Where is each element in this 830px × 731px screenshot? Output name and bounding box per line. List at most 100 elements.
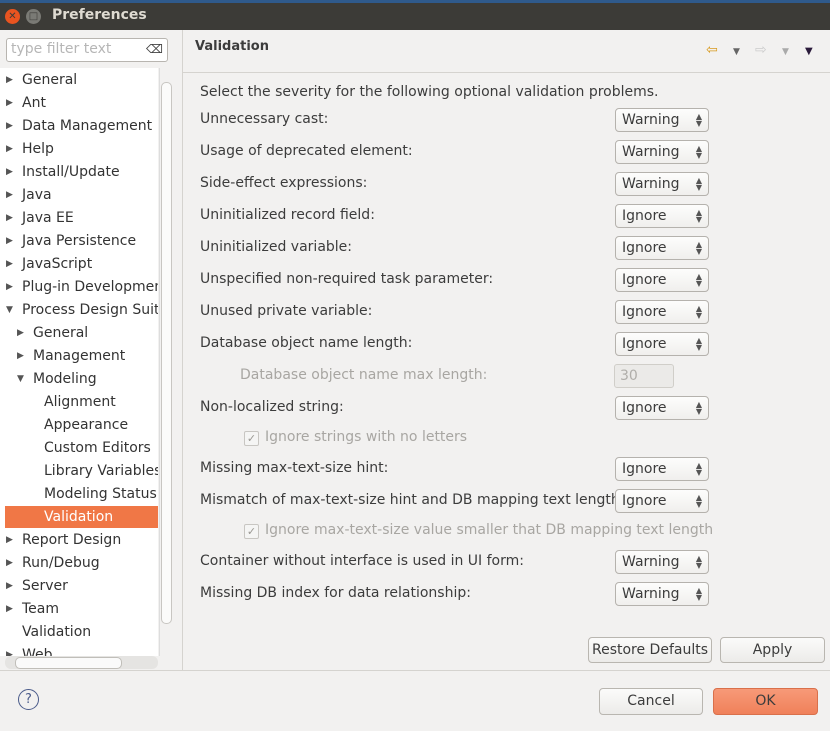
cancel-button[interactable]: Cancel [599, 688, 703, 715]
maximize-window-button[interactable]: □ [26, 9, 41, 24]
collapsed-arrow-icon[interactable]: ▶ [6, 184, 13, 206]
collapsed-arrow-icon[interactable]: ▶ [6, 575, 13, 597]
collapsed-arrow-icon[interactable]: ▶ [6, 276, 13, 298]
setting-label: Container without interface is used in U… [200, 553, 524, 569]
spinner-arrows-icon: ▲ ▼ [695, 461, 702, 477]
collapsed-arrow-icon[interactable]: ▶ [17, 322, 24, 344]
view-menu-icon[interactable]: ▼ [805, 46, 813, 57]
severity-select[interactable]: Ignore ▲ ▼ [615, 396, 709, 420]
scrollbar-thumb[interactable] [161, 82, 172, 624]
tree-item-label: Team [22, 601, 60, 617]
tree-item[interactable]: ▶ Ant [0, 92, 158, 114]
ok-button[interactable]: OK [713, 688, 818, 715]
select-value: Warning [622, 112, 680, 128]
collapsed-arrow-icon[interactable]: ▶ [6, 92, 13, 114]
tree-item[interactable]: ▶ Install/Update [0, 161, 158, 183]
tree-item-label: Modeling Status [44, 486, 157, 502]
tree-item[interactable]: Alignment [0, 391, 158, 413]
tree-item[interactable]: Validation [0, 621, 158, 643]
setting-label: Uninitialized variable: [200, 239, 353, 255]
tree-item-label: General [22, 72, 78, 88]
severity-select[interactable]: Warning ▲ ▼ [615, 550, 709, 574]
pane-divider[interactable] [182, 30, 183, 670]
tree-item-label: Appearance [44, 417, 129, 433]
tree-item[interactable]: ▶ JavaScript [0, 253, 158, 275]
apply-button[interactable]: Apply [720, 637, 825, 663]
tree-item[interactable]: ▶ Java EE [0, 207, 158, 229]
tree-item-label: Run/Debug [22, 555, 100, 571]
tree-horizontal-scrollbar[interactable] [5, 656, 158, 669]
setting-checkbox: ✓ Ignore strings with no letters [244, 429, 467, 446]
tree-item[interactable]: ▶ Report Design [0, 529, 158, 551]
header-separator [183, 72, 830, 73]
clear-filter-icon[interactable]: ⌫ [146, 42, 163, 56]
collapsed-arrow-icon[interactable]: ▶ [6, 230, 13, 252]
collapsed-arrow-icon[interactable]: ▶ [6, 69, 13, 91]
tree-item[interactable]: ▶ Web [0, 644, 158, 656]
collapsed-arrow-icon[interactable]: ▶ [6, 161, 13, 183]
tree-item[interactable]: Custom Editors [0, 437, 158, 459]
tree-item-label: Java [22, 187, 52, 203]
collapsed-arrow-icon[interactable]: ▶ [6, 552, 13, 574]
severity-select[interactable]: Ignore ▲ ▼ [615, 268, 709, 292]
expanded-arrow-icon[interactable]: ▼ [17, 368, 24, 390]
tree-item[interactable]: ▶ Java [0, 184, 158, 206]
filter-field[interactable]: ⌫ [6, 38, 168, 62]
tree-item-label: General [33, 325, 89, 341]
tree-item[interactable]: Modeling Status [0, 483, 158, 505]
tree-item[interactable]: Validation [5, 506, 158, 528]
tree-item[interactable]: ▶ Java Persistence [0, 230, 158, 252]
collapsed-arrow-icon[interactable]: ▶ [17, 345, 24, 367]
tree-item-label: Process Design Suite [22, 302, 158, 318]
collapsed-arrow-icon[interactable]: ▶ [6, 529, 13, 551]
tree-item[interactable]: Library Variables [0, 460, 158, 482]
severity-select[interactable]: Warning ▲ ▼ [615, 172, 709, 196]
expanded-arrow-icon[interactable]: ▼ [6, 299, 13, 321]
tree-item[interactable]: ▶ Team [0, 598, 158, 620]
checkbox-check-icon: ✓ [244, 524, 259, 539]
collapsed-arrow-icon[interactable]: ▶ [6, 644, 13, 656]
collapsed-arrow-icon[interactable]: ▶ [6, 253, 13, 275]
restore-defaults-button[interactable]: Restore Defaults [588, 637, 712, 663]
tree-item[interactable]: ▶ Management [0, 345, 158, 367]
severity-select[interactable]: Ignore ▲ ▼ [615, 300, 709, 324]
tree-item[interactable]: ▶ Plug-in Development [0, 276, 158, 298]
tree-item-label: Validation [22, 624, 92, 640]
severity-select[interactable]: Ignore ▲ ▼ [615, 457, 709, 481]
help-icon[interactable]: ? [18, 689, 39, 710]
tree-item[interactable]: ▶ General [0, 69, 158, 91]
tree-item[interactable]: ▼ Modeling [0, 368, 158, 390]
tree-item[interactable]: ▶ Server [0, 575, 158, 597]
severity-select[interactable]: Ignore ▲ ▼ [615, 332, 709, 356]
back-menu-icon[interactable]: ▼ [733, 47, 740, 57]
severity-select[interactable]: Warning ▲ ▼ [615, 582, 709, 606]
spinner-arrows-icon: ▲ ▼ [695, 400, 702, 416]
setting-label: Database object name max length: [240, 367, 488, 383]
tree-item[interactable]: ▶ Data Management [0, 115, 158, 137]
scrollbar-thumb[interactable] [15, 657, 122, 669]
tree-item-label: Management [33, 348, 126, 364]
tree-vertical-scrollbar[interactable] [159, 68, 172, 656]
back-arrow-icon[interactable]: ⇦ [706, 42, 718, 58]
collapsed-arrow-icon[interactable]: ▶ [6, 138, 13, 160]
tree-item[interactable]: ▶ Help [0, 138, 158, 160]
select-value: Ignore [622, 400, 667, 416]
close-window-button[interactable]: ✕ [5, 9, 20, 24]
severity-select[interactable]: Ignore ▲ ▼ [615, 236, 709, 260]
tree-item[interactable]: ▼ Process Design Suite [0, 299, 158, 321]
tree-item[interactable]: ▶ Run/Debug [0, 552, 158, 574]
collapsed-arrow-icon[interactable]: ▶ [6, 207, 13, 229]
severity-select[interactable]: Warning ▲ ▼ [615, 140, 709, 164]
tree-item[interactable]: ▶ General [0, 322, 158, 344]
collapsed-arrow-icon[interactable]: ▶ [6, 115, 13, 137]
severity-select[interactable]: Ignore ▲ ▼ [615, 204, 709, 228]
tree-item[interactable]: Appearance [0, 414, 158, 436]
tree-item-label: Server [22, 578, 68, 594]
collapsed-arrow-icon[interactable]: ▶ [6, 598, 13, 620]
setting-label: Usage of deprecated element: [200, 143, 413, 159]
window-title: Preferences [52, 7, 147, 23]
setting-label: Unspecified non-required task parameter: [200, 271, 494, 287]
severity-select[interactable]: Ignore ▲ ▼ [615, 489, 709, 513]
severity-select[interactable]: Warning ▲ ▼ [615, 108, 709, 132]
filter-input[interactable] [7, 39, 145, 59]
